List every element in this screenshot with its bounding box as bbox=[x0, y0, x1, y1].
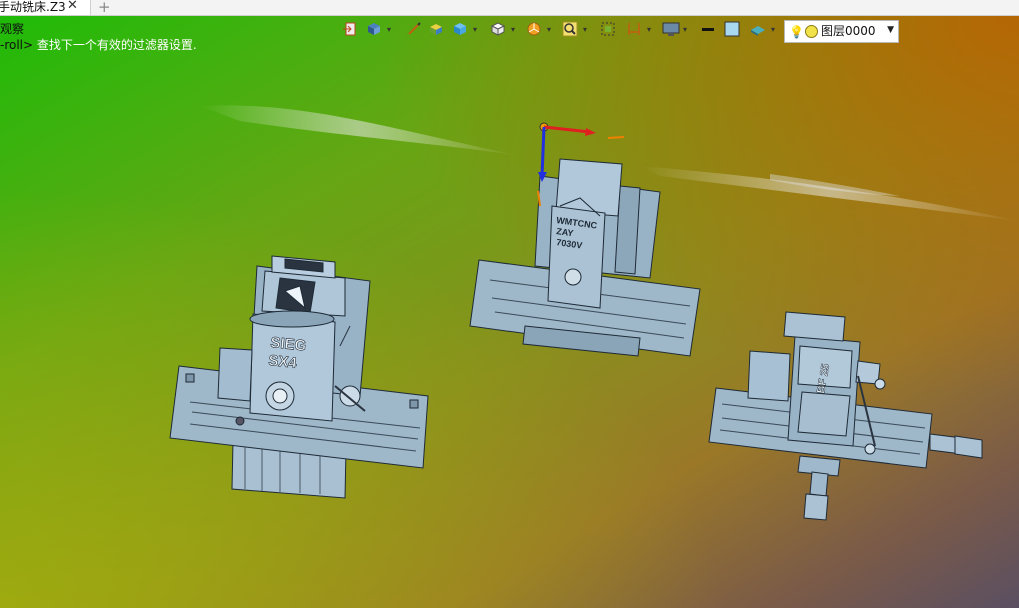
graphics-viewport[interactable]: 观察 -roll> 查找下一个有效的过滤器设置. ▾ ▾ ▾ ▾ ▾ ▾ ▾ ▾… bbox=[0, 16, 1019, 608]
document-tab-label: 手动铣床.Z3 bbox=[0, 0, 66, 14]
document-tab[interactable]: 手动铣床.Z3 ✕ bbox=[0, 0, 91, 15]
model-wmtcnc-zay bbox=[469, 158, 701, 357]
tab-bar: 手动铣床.Z3 ✕ + bbox=[0, 0, 1019, 16]
new-tab-plus-icon[interactable]: + bbox=[98, 0, 111, 16]
model-sieg-sx4 bbox=[169, 255, 429, 499]
close-icon[interactable]: ✕ bbox=[67, 0, 78, 13]
model-bf25 bbox=[708, 311, 983, 521]
label-sx4: SX4 bbox=[268, 352, 299, 372]
model-scene: SIEG SX4 WMTCNC ZAY 7030V BF 25 bbox=[169, 105, 1019, 521]
